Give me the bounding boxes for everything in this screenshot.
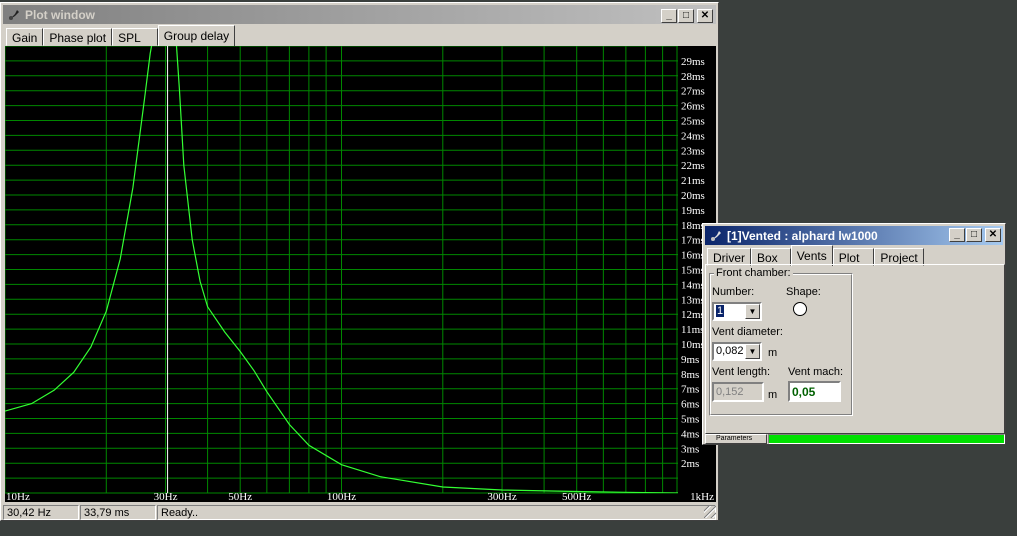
y-tick-label: 27ms — [681, 86, 705, 98]
shape-circle-icon[interactable] — [793, 302, 807, 316]
minimize-button[interactable]: _ — [949, 228, 965, 242]
group-delay-plot[interactable]: 2ms 3ms 4ms 5ms 6ms 7ms 8ms 9ms 10ms 11ms 12ms 13ms… — [5, 46, 716, 502]
vent-mach-value: 0,05 — [792, 385, 816, 399]
length-unit: m — [768, 389, 778, 401]
minimize-icon: _ — [954, 229, 960, 240]
vent-mach-label: Vent mach: — [788, 366, 844, 378]
status-frequency-text: 30,42 Hz — [7, 507, 52, 519]
tab-group-delay-label: Group delay — [163, 29, 230, 43]
y-tick-label: 11ms — [681, 324, 704, 336]
chevron-down-icon[interactable]: ▼ — [745, 344, 760, 359]
y-tick-label: 28ms — [681, 71, 705, 83]
x-tick-label: 30Hz — [154, 491, 178, 502]
y-tick-label: 24ms — [681, 130, 705, 142]
minimize-button[interactable]: _ — [661, 9, 677, 23]
close-icon: ✕ — [988, 229, 998, 240]
number-value: 1 — [716, 305, 725, 317]
y-tick-label: 20ms — [681, 190, 705, 202]
y-tick-label: 21ms — [681, 175, 705, 187]
status-delay: 33,79 ms — [80, 505, 156, 520]
vented-window: [1]Vented : alphard lw1000 _ □ ✕ Driver … — [702, 223, 1006, 445]
shape-label: Shape: — [786, 286, 821, 298]
maximize-button[interactable]: □ — [966, 228, 982, 242]
close-button[interactable]: ✕ — [985, 228, 1001, 242]
x-tick-label: 500Hz — [562, 491, 591, 502]
close-button[interactable]: ✕ — [697, 9, 713, 23]
vents-tab-panel: Front chamber: Number: 1 ▼ Shape: Vent d… — [705, 264, 1005, 434]
y-tick-label: 4ms — [681, 428, 699, 440]
tab-vents-label: Vents — [796, 249, 827, 263]
x-tick-label: 1kHz — [690, 491, 714, 502]
app-icon — [711, 230, 721, 241]
y-tick-label: 6ms — [681, 399, 699, 411]
y-tick-label: 19ms — [681, 205, 705, 217]
tab-spl-label: SPL — [118, 31, 141, 45]
vent-diameter-select[interactable]: 0,082 ▼ — [712, 342, 762, 361]
x-tick-label: 100Hz — [327, 491, 356, 502]
tab-gain[interactable]: Gain — [6, 28, 44, 46]
x-tick-label: 50Hz — [228, 491, 252, 502]
plot-window: Plot window _ □ ✕ Gain Phase plot SPL Gr… — [0, 2, 719, 521]
parameters-label: Parameters — [716, 435, 753, 442]
group-delay-chart[interactable]: 2ms3ms4ms5ms6ms7ms8ms9ms10ms11ms12ms13ms… — [5, 46, 716, 502]
progress-bar — [768, 434, 1005, 444]
tab-vents[interactable]: Vents — [790, 245, 833, 266]
y-tick-label: 9ms — [681, 354, 699, 366]
resize-grip[interactable] — [704, 506, 716, 518]
minimize-icon: _ — [666, 10, 672, 21]
vent-diameter-label: Vent diameter: — [712, 326, 783, 338]
maximize-icon: □ — [970, 229, 978, 240]
y-tick-label: 29ms — [681, 56, 705, 68]
status-frequency: 30,42 Hz — [3, 505, 79, 520]
vent-diameter-value: 0,082 — [716, 345, 744, 357]
tab-gain-label: Gain — [12, 31, 38, 45]
progress-fill — [769, 435, 1004, 443]
tab-driver-label: Driver — [713, 251, 745, 265]
vent-mach-field: 0,05 — [788, 381, 841, 402]
y-tick-label: 25ms — [681, 116, 705, 128]
maximize-button[interactable]: □ — [678, 9, 694, 23]
tab-project-label: Project — [880, 251, 918, 265]
y-tick-label: 8ms — [681, 369, 699, 381]
y-tick-label: 26ms — [681, 101, 705, 113]
status-delay-text: 33,79 ms — [84, 507, 130, 519]
y-tick-label: 5ms — [681, 414, 699, 426]
vent-length-value: 0,152 — [716, 386, 744, 398]
status-message: Ready.. — [157, 505, 716, 520]
tab-phase-plot-label: Phase plot — [49, 31, 107, 45]
maximize-icon: □ — [682, 10, 690, 21]
vent-length-label: Vent length: — [712, 366, 771, 378]
tab-group-delay[interactable]: Group delay — [157, 25, 236, 46]
number-select[interactable]: 1 ▼ — [712, 302, 762, 321]
y-tick-label: 2ms — [681, 458, 699, 470]
front-chamber-label: Front chamber: — [714, 267, 793, 279]
x-tick-label: 10Hz — [6, 491, 30, 502]
plot-window-title: Plot window — [25, 7, 95, 22]
vent-length-field[interactable]: 0,152 — [712, 382, 764, 402]
parameters-button[interactable]: Parameters — [705, 434, 767, 444]
tab-box-label: Box — [757, 251, 778, 265]
y-tick-label: 23ms — [681, 145, 705, 157]
x-tick-label: 300Hz — [487, 491, 516, 502]
number-label: Number: — [712, 286, 755, 298]
status-message-text: Ready.. — [161, 507, 199, 519]
app-icon — [9, 9, 19, 20]
vented-window-title: [1]Vented : alphard lw1000 — [727, 228, 878, 243]
close-icon: ✕ — [700, 10, 710, 21]
y-tick-label: 7ms — [681, 384, 699, 396]
chevron-down-icon[interactable]: ▼ — [745, 304, 760, 319]
tab-plot-label: Plot — [838, 251, 860, 265]
diameter-unit: m — [768, 347, 778, 359]
plot-window-titlebar[interactable]: Plot window — [3, 5, 716, 24]
y-tick-label: 22ms — [681, 160, 705, 172]
y-tick-label: 3ms — [681, 443, 699, 455]
tab-spl[interactable]: SPL — [112, 28, 158, 46]
tab-phase-plot[interactable]: Phase plot — [43, 28, 113, 46]
